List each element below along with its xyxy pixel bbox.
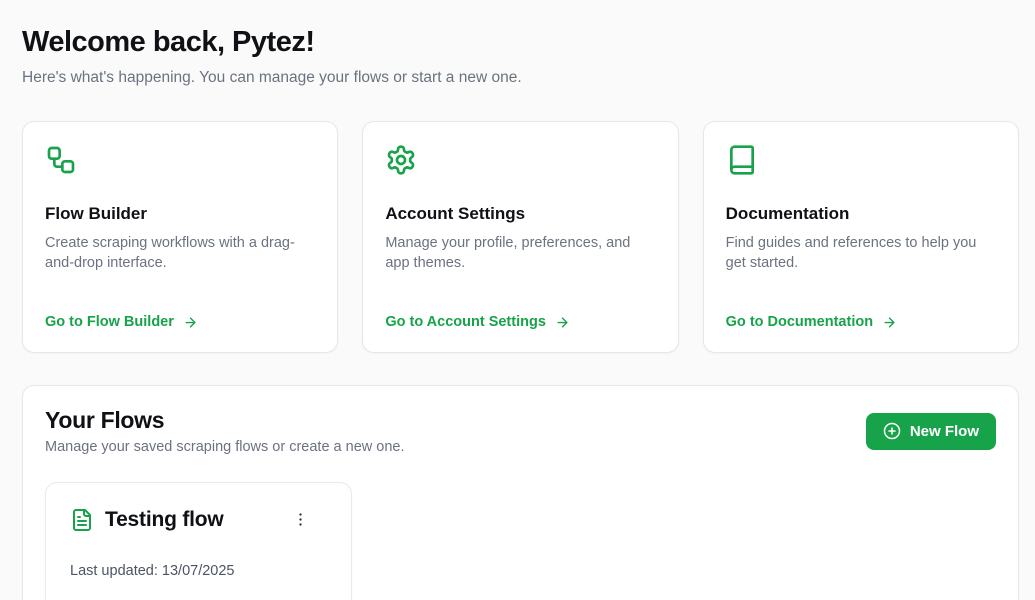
card-description: Manage your profile, preferences, and ap… xyxy=(385,235,631,271)
card-description: Find guides and references to help you g… xyxy=(725,235,977,271)
quick-links-row: Flow Builder Create scraping workflows w… xyxy=(22,121,1019,353)
card-link-label: Go to Flow Builder xyxy=(45,314,174,330)
plus-circle-icon xyxy=(883,422,901,440)
quick-card-documentation: Documentation Find guides and references… xyxy=(702,121,1019,353)
flow-card-title: Testing flow xyxy=(105,507,224,531)
card-title: Flow Builder xyxy=(45,204,147,223)
flows-title: Your Flows xyxy=(45,407,165,433)
page-subtitle: Here's what's happening. You can manage … xyxy=(22,69,522,86)
file-text-icon xyxy=(70,508,94,532)
settings-gear-icon xyxy=(385,144,417,176)
card-link-label: Go to Documentation xyxy=(725,314,874,330)
dashboard-page: Welcome back, Pytez! Here's what's happe… xyxy=(0,0,1035,600)
flow-card-head: Testing flow xyxy=(70,507,327,532)
kebab-menu-icon xyxy=(299,513,302,526)
arrow-right-icon xyxy=(557,316,568,328)
page-title: Welcome back, Pytez! xyxy=(22,26,315,58)
card-title: Documentation xyxy=(725,204,850,223)
your-flows-panel: Your Flows Manage your saved scraping fl… xyxy=(22,385,1019,600)
arrow-right-icon xyxy=(884,316,895,328)
go-to-flow-builder-link[interactable]: Go to Flow Builder xyxy=(45,314,315,330)
quick-card-flow-builder: Flow Builder Create scraping workflows w… xyxy=(22,121,339,353)
card-title: Account Settings xyxy=(385,204,526,223)
card-link-label: Go to Account Settings xyxy=(385,314,546,330)
flows-header: Your Flows Manage your saved scraping fl… xyxy=(45,407,996,455)
flow-last-updated: Last updated: 13/07/2025 xyxy=(70,563,235,579)
card-description: Create scraping workflows with a drag-an… xyxy=(45,235,295,271)
new-flow-button-label: New Flow xyxy=(909,422,979,440)
flows-header-text: Your Flows Manage your saved scraping fl… xyxy=(45,407,404,455)
book-icon xyxy=(726,144,758,176)
new-flow-button[interactable]: New Flow xyxy=(865,412,996,450)
arrow-right-icon xyxy=(185,316,196,328)
quick-card-account-settings: Account Settings Manage your profile, pr… xyxy=(362,121,679,353)
flow-card[interactable]: Testing flow Last updated: 13/07/2025 xyxy=(45,482,352,600)
flows-subtitle: Manage your saved scraping flows or crea… xyxy=(45,439,405,455)
flow-card-menu-button[interactable] xyxy=(288,507,313,532)
go-to-account-settings-link[interactable]: Go to Account Settings xyxy=(385,314,655,330)
workflow-icon xyxy=(45,144,77,176)
go-to-documentation-link[interactable]: Go to Documentation xyxy=(726,314,996,330)
